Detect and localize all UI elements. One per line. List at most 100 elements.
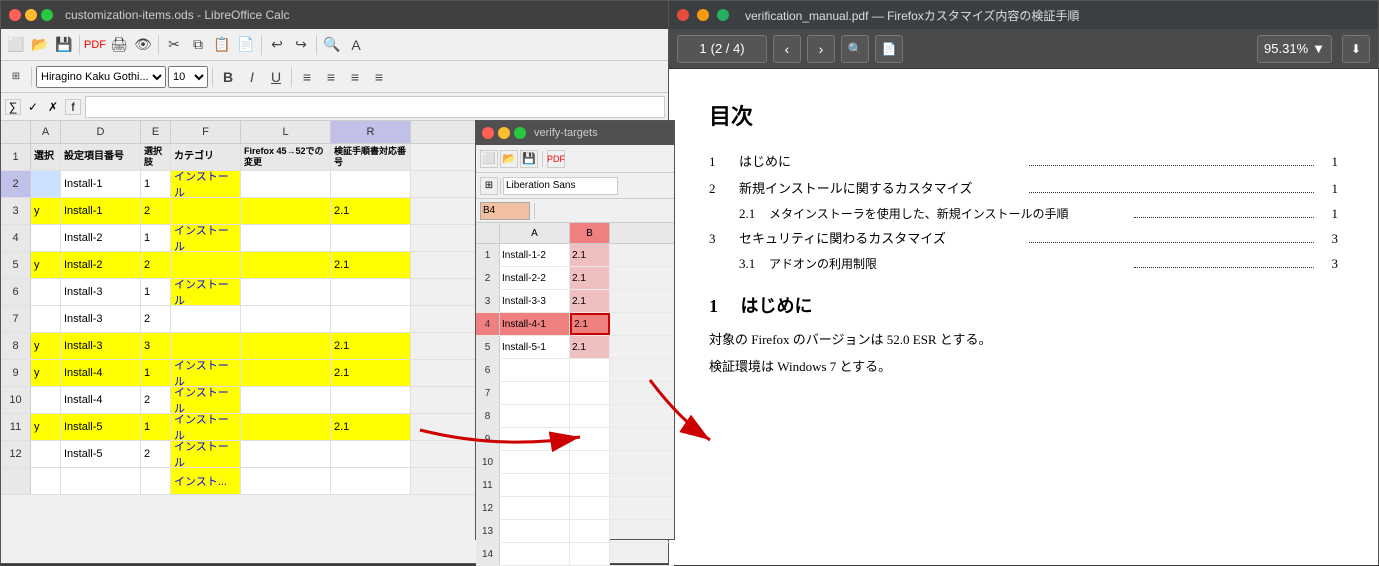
spell-icon[interactable]: A	[345, 34, 367, 56]
cell-10-r[interactable]	[331, 387, 411, 413]
v-cell-2b[interactable]: 2.1	[570, 267, 610, 289]
v-cell-9b[interactable]	[570, 428, 610, 450]
cell-1-l[interactable]: Firefox 45→52での変更	[241, 144, 331, 170]
cell-7-l[interactable]	[241, 306, 331, 332]
cell-12-r[interactable]	[331, 441, 411, 467]
cell-5-d[interactable]: Install-2	[61, 252, 141, 278]
cell-13-r[interactable]	[331, 468, 411, 494]
pdf-close[interactable]	[677, 9, 689, 21]
cell-4-r[interactable]	[331, 225, 411, 251]
cell-9-a[interactable]: y	[31, 360, 61, 386]
v-col-b[interactable]: B	[570, 223, 610, 243]
cell-6-d[interactable]: Install-3	[61, 279, 141, 305]
cell-2-r[interactable]	[331, 171, 411, 197]
paste-special-icon[interactable]: 📄	[235, 34, 257, 56]
cell-9-d[interactable]: Install-4	[61, 360, 141, 386]
cell-3-r[interactable]: 2.1	[331, 198, 411, 224]
style-icon[interactable]: ⊞	[5, 66, 27, 88]
cell-13-e[interactable]	[141, 468, 171, 494]
cell-2-l[interactable]	[241, 171, 331, 197]
cell-11-a[interactable]: y	[31, 414, 61, 440]
cell-12-d[interactable]: Install-5	[61, 441, 141, 467]
v-cell-14a[interactable]	[500, 543, 570, 565]
bold-button[interactable]: B	[217, 66, 239, 88]
font-size-select[interactable]: 10	[168, 66, 208, 88]
v-cell-6a[interactable]	[500, 359, 570, 381]
v-new-icon[interactable]: ⬜	[480, 150, 498, 168]
v-pdf-icon[interactable]: PDF	[547, 150, 565, 168]
v-cell-8a[interactable]	[500, 405, 570, 427]
print-icon[interactable]: 🖨	[108, 34, 130, 56]
cell-9-e[interactable]: 1	[141, 360, 171, 386]
col-header-l[interactable]: L	[241, 121, 331, 143]
cell-1-d[interactable]: 設定項目番号	[61, 144, 141, 170]
col-header-d[interactable]: D	[61, 121, 141, 143]
cell-8-r[interactable]: 2.1	[331, 333, 411, 359]
cell-7-f[interactable]	[171, 306, 241, 332]
cell-11-e[interactable]: 1	[141, 414, 171, 440]
cell-5-f[interactable]	[171, 252, 241, 278]
v-cell-13a[interactable]	[500, 520, 570, 542]
align-justify-icon[interactable]: ≡	[368, 66, 390, 88]
cell-9-f[interactable]: インストール	[171, 360, 241, 386]
v-open-icon[interactable]: 📂	[500, 150, 518, 168]
v-cell-9a[interactable]	[500, 428, 570, 450]
italic-button[interactable]: I	[241, 66, 263, 88]
v-cell-5b[interactable]: 2.1	[570, 336, 610, 358]
formula-input[interactable]	[85, 96, 665, 118]
pdf-download-button[interactable]: ⬇	[1342, 35, 1370, 63]
cell-6-l[interactable]	[241, 279, 331, 305]
print-preview-icon[interactable]: 👁	[132, 34, 154, 56]
cell-5-e[interactable]: 2	[141, 252, 171, 278]
cell-12-l[interactable]	[241, 441, 331, 467]
underline-button[interactable]: U	[265, 66, 287, 88]
cell-10-a[interactable]	[31, 387, 61, 413]
v-cell-5a[interactable]: Install-5-1	[500, 336, 570, 358]
cell-1-r[interactable]: 検証手順書対応番号	[331, 144, 411, 170]
v-cell-3a[interactable]: Install-3-3	[500, 290, 570, 312]
col-header-r[interactable]: R	[331, 121, 411, 143]
cell-5-l[interactable]	[241, 252, 331, 278]
v-cell-7b[interactable]	[570, 382, 610, 404]
cell-3-f[interactable]	[171, 198, 241, 224]
v-cell-13b[interactable]	[570, 520, 610, 542]
cell-2-e[interactable]: 1	[141, 171, 171, 197]
save-icon[interactable]: 💾	[53, 34, 75, 56]
font-name-select[interactable]: Hiragino Kaku Gothi...	[36, 66, 166, 88]
cell-4-l[interactable]	[241, 225, 331, 251]
col-header-f[interactable]: F	[171, 121, 241, 143]
cell-ref-input[interactable]	[480, 202, 530, 220]
cell-12-f[interactable]: インストール	[171, 441, 241, 467]
v-cell-8b[interactable]	[570, 405, 610, 427]
col-header-a[interactable]: A	[31, 121, 61, 143]
cell-11-r[interactable]: 2.1	[331, 414, 411, 440]
cell-12-a[interactable]	[31, 441, 61, 467]
minimize-button[interactable]	[25, 9, 37, 21]
pdf-icon[interactable]: PDF	[84, 34, 106, 56]
pdf-search-button[interactable]: 🔍	[841, 35, 869, 63]
v-cell-3b[interactable]: 2.1	[570, 290, 610, 312]
cell-10-f[interactable]: インストール	[171, 387, 241, 413]
pdf-min[interactable]	[697, 9, 709, 21]
align-left-icon[interactable]: ≡	[296, 66, 318, 88]
cell-8-d[interactable]: Install-3	[61, 333, 141, 359]
v-cell-1a[interactable]: Install-1-2	[500, 244, 570, 266]
cell-13-f[interactable]: インスト...	[171, 468, 241, 494]
cell-7-d[interactable]: Install-3	[61, 306, 141, 332]
cell-8-e[interactable]: 3	[141, 333, 171, 359]
v-cell-4a[interactable]: Install-4-1	[500, 313, 570, 335]
cell-7-a[interactable]	[31, 306, 61, 332]
cell-1-e[interactable]: 選択肢	[141, 144, 171, 170]
cell-9-l[interactable]	[241, 360, 331, 386]
new-icon[interactable]: ⬜	[5, 34, 27, 56]
v-cell-10a[interactable]	[500, 451, 570, 473]
cell-7-e[interactable]: 2	[141, 306, 171, 332]
cell-6-e[interactable]: 1	[141, 279, 171, 305]
font-name-input[interactable]	[503, 177, 618, 195]
find-icon[interactable]: 🔍	[321, 34, 343, 56]
align-center-icon[interactable]: ≡	[320, 66, 342, 88]
cell-2-a[interactable]	[31, 171, 61, 197]
v-cell-4b[interactable]: 2.1	[570, 313, 610, 335]
verify-min[interactable]	[498, 127, 510, 139]
v-cell-14b[interactable]	[570, 543, 610, 565]
